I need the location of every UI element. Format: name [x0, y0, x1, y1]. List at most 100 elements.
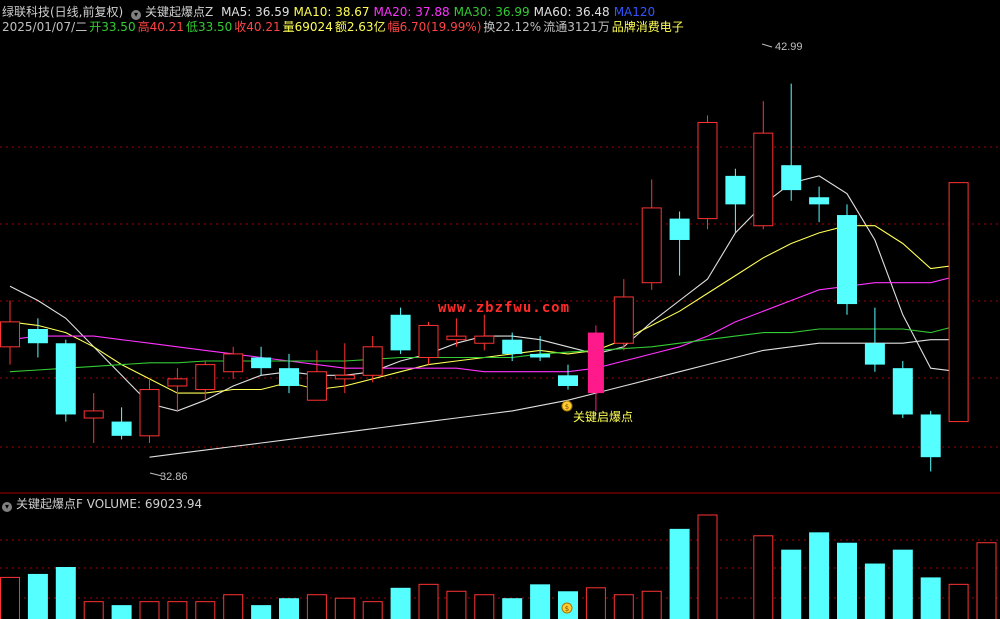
candle-up [948, 182, 969, 423]
volume-bar-up [223, 594, 244, 619]
ma-legend-item: MA5: 36.59 [221, 5, 290, 19]
info-item: 开33.50 [89, 20, 136, 34]
info-item: 高40.21 [137, 20, 184, 34]
candle-down [920, 414, 941, 458]
svg-text:$: $ [565, 605, 569, 613]
volume-bar-down [390, 587, 411, 619]
candle-up [83, 410, 104, 419]
candle-up [167, 378, 188, 387]
volume-bar-up [167, 601, 188, 619]
candle-down [279, 368, 299, 386]
volume-bar-down [111, 605, 132, 619]
candle-down [251, 357, 272, 369]
candle-down [530, 353, 551, 358]
candle-down [27, 329, 48, 344]
candle-down [55, 343, 76, 415]
volume-title: 关键起爆点F VOLUME: 69023.94 [16, 497, 203, 511]
volume-bar-up [976, 542, 997, 619]
signal-candle [587, 332, 604, 394]
candle-up [0, 321, 20, 348]
volume-bar-down [669, 528, 690, 619]
info-item: 换22.12% [483, 20, 542, 34]
volume-bar-down [920, 577, 941, 619]
volume-bar-down [27, 573, 48, 619]
volume-bar-up [0, 576, 20, 619]
candle-up [195, 364, 216, 391]
info-item: 量69024 [282, 20, 333, 34]
settings-circle-icon[interactable]: ▾ [131, 10, 142, 20]
candle-down [669, 218, 690, 240]
candle-down [111, 421, 132, 436]
volume-bar-down [809, 532, 830, 619]
info-item: 品牌消费电子 [611, 20, 684, 34]
main-chart-header: 绿联科技(日线,前复权) ▾ 关键起爆点Z MA5: 36.59 MA10: 38.… [2, 5, 663, 20]
volume-bar-up [362, 601, 383, 619]
candle-down [558, 375, 578, 386]
ma-legend-item: MA10: 38.67 [293, 5, 370, 19]
info-item: 额2.63亿 [334, 20, 386, 34]
signal-label: 关键启爆点 [573, 410, 633, 424]
volume-bar-down [251, 605, 272, 619]
volume-bar-up [334, 597, 355, 619]
money-bag-icon: $ [561, 602, 573, 614]
volume-bar-up [195, 601, 216, 619]
volume-bar-down [864, 563, 885, 619]
info-item: 低33.50 [185, 20, 233, 34]
candlestick-series[interactable] [0, 83, 969, 472]
volume-bar-up [948, 583, 969, 619]
info-item: 2025/01/07/二 [2, 20, 88, 34]
volume-bar-up [306, 594, 327, 619]
candle-up [418, 324, 439, 358]
candle-down [390, 314, 411, 351]
svg-text:$: $ [565, 403, 569, 411]
low-price-marker: 32.86 [160, 471, 188, 483]
volume-bar-down [279, 598, 299, 619]
candle-up [474, 335, 495, 344]
high-price-marker: 42.99 [775, 41, 803, 53]
candle-up [613, 296, 634, 344]
volume-header: ▾ 关键起爆点F VOLUME: 69023.94 [2, 497, 206, 512]
ma-legend: MA5: 36.59 MA10: 38.67 MA20: 37.88 MA30: 36… [221, 5, 659, 19]
ma-legend-item: MA20: 37.88 [373, 5, 450, 19]
candle-down [864, 343, 885, 365]
candle-down [502, 339, 523, 354]
indicator-name[interactable]: 关键起爆点Z [145, 5, 213, 19]
stock-title: 绿联科技(日线,前复权) [2, 5, 124, 19]
volume-bar-down [837, 542, 857, 619]
volume-bar-down [892, 549, 913, 619]
bar-info-row: 2025/01/07/二 开33.50 高40.21 低33.50 收40.21 量690… [2, 20, 686, 35]
ma-legend-item: MA120 [613, 5, 656, 19]
watermark: www.zbzfwu.com [438, 300, 571, 316]
volume-bar-up [418, 583, 439, 619]
volume-bar-down [502, 598, 523, 619]
info-item: 幅6.70(19.99%) [387, 20, 482, 34]
ma-legend-item: MA60: 36.48 [533, 5, 610, 19]
ma-line-ma60 [149, 339, 959, 458]
volume-bar-up [613, 594, 634, 619]
volume-bar-up [446, 590, 467, 619]
volume-bar-up [139, 601, 160, 619]
ma-line-ma5 [9, 175, 959, 412]
volume-bar-up [585, 587, 606, 619]
candle-up [753, 132, 774, 227]
volume-bars[interactable] [0, 514, 997, 619]
candle-up [223, 353, 244, 373]
candle-down [809, 197, 830, 205]
info-item: 收40.21 [234, 20, 281, 34]
candle-up [697, 121, 718, 220]
ma-legend-item: MA30: 36.99 [453, 5, 530, 19]
candle-up [139, 389, 160, 437]
volume-bar-down [781, 549, 802, 619]
volume-bar-up [697, 514, 718, 619]
money-bag-icon: $ [561, 400, 573, 412]
volume-bar-down [530, 584, 551, 619]
candle-down [725, 175, 746, 205]
high-marker-tick [761, 43, 773, 48]
volume-bar-up [83, 601, 104, 619]
candle-up [362, 346, 383, 376]
volume-bar-down [55, 567, 76, 619]
candle-down [837, 215, 857, 305]
candle-up [306, 371, 327, 401]
settings-circle-icon[interactable]: ▾ [2, 502, 12, 512]
candle-up [334, 374, 355, 380]
